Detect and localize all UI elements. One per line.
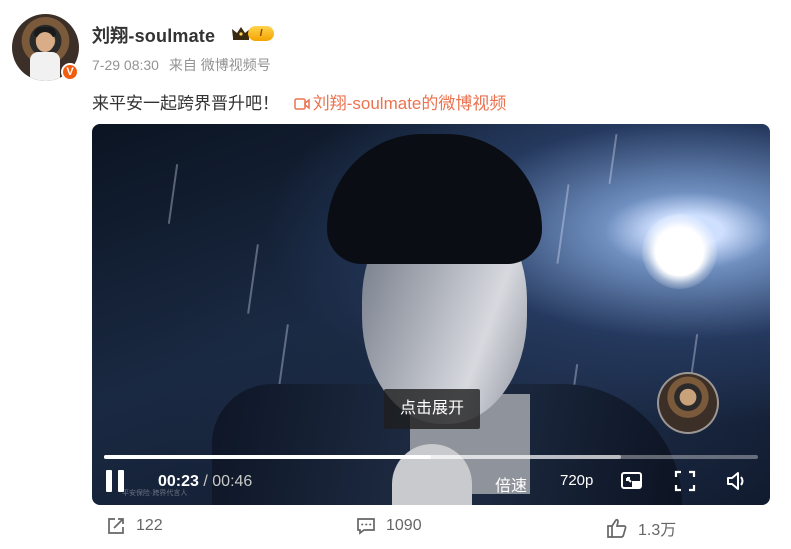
video-link[interactable]: 刘翔-soulmate的微博视频 <box>293 94 507 113</box>
rain-streak <box>247 244 259 314</box>
pip-icon[interactable] <box>620 470 644 492</box>
post-text: 来平安一起跨界晋升吧！ 刘翔-soulmate的微博视频 <box>92 89 506 114</box>
repost-count: 122 <box>136 517 163 534</box>
like-count: 1.3万 <box>638 522 677 539</box>
video-link-label: 刘翔-soulmate的微博视频 <box>312 94 507 113</box>
verified-badge-icon: V <box>61 63 79 81</box>
thumbs-up-icon <box>607 518 627 538</box>
rain-streak <box>608 134 618 184</box>
comment-icon <box>357 518 375 535</box>
rain-streak <box>556 184 570 264</box>
repost-icon <box>108 518 124 534</box>
post-date[interactable]: 7-29 08:30 <box>92 57 159 73</box>
post-meta: 7-29 08:30 来自 微博视频号 <box>92 55 271 75</box>
video-author-avatar[interactable] <box>657 372 719 434</box>
post-body: 来平安一起跨界晋升吧！ <box>92 94 279 113</box>
current-time: 00:23 <box>158 473 199 490</box>
rain-streak <box>167 164 179 224</box>
progress-bar[interactable] <box>104 455 758 459</box>
video-camera-icon <box>293 98 310 110</box>
video-player[interactable]: 平安保险·跨界代言人 点击展开 00:23 / 00:46 倍速 720p <box>92 124 770 505</box>
progress-fill <box>104 455 431 459</box>
speed-button[interactable]: 倍速 <box>495 472 527 496</box>
action-bar: 122 1090 1.3万 <box>0 516 791 542</box>
post-source: 来自 微博视频号 <box>168 57 271 73</box>
volume-icon[interactable] <box>726 470 750 492</box>
quality-button[interactable]: 720p <box>560 472 593 489</box>
like-button[interactable]: 1.3万 <box>606 516 676 540</box>
background-light <box>642 214 717 289</box>
pause-icon[interactable] <box>106 470 126 492</box>
user-level-badge[interactable]: I <box>248 26 274 41</box>
expand-tooltip[interactable]: 点击展开 <box>384 389 480 429</box>
time-display: 00:23 / 00:46 <box>158 473 252 491</box>
avatar-shirt <box>30 52 60 81</box>
comment-button[interactable]: 1090 <box>356 516 422 536</box>
fullscreen-icon[interactable] <box>674 470 696 492</box>
duration: 00:46 <box>212 473 253 490</box>
person-hair <box>327 134 542 264</box>
comment-count: 1090 <box>386 517 422 534</box>
repost-button[interactable]: 122 <box>106 516 163 536</box>
time-separator: / <box>203 473 208 490</box>
avatar-face <box>36 32 54 52</box>
author-name[interactable]: 刘翔-soulmate <box>92 22 215 48</box>
